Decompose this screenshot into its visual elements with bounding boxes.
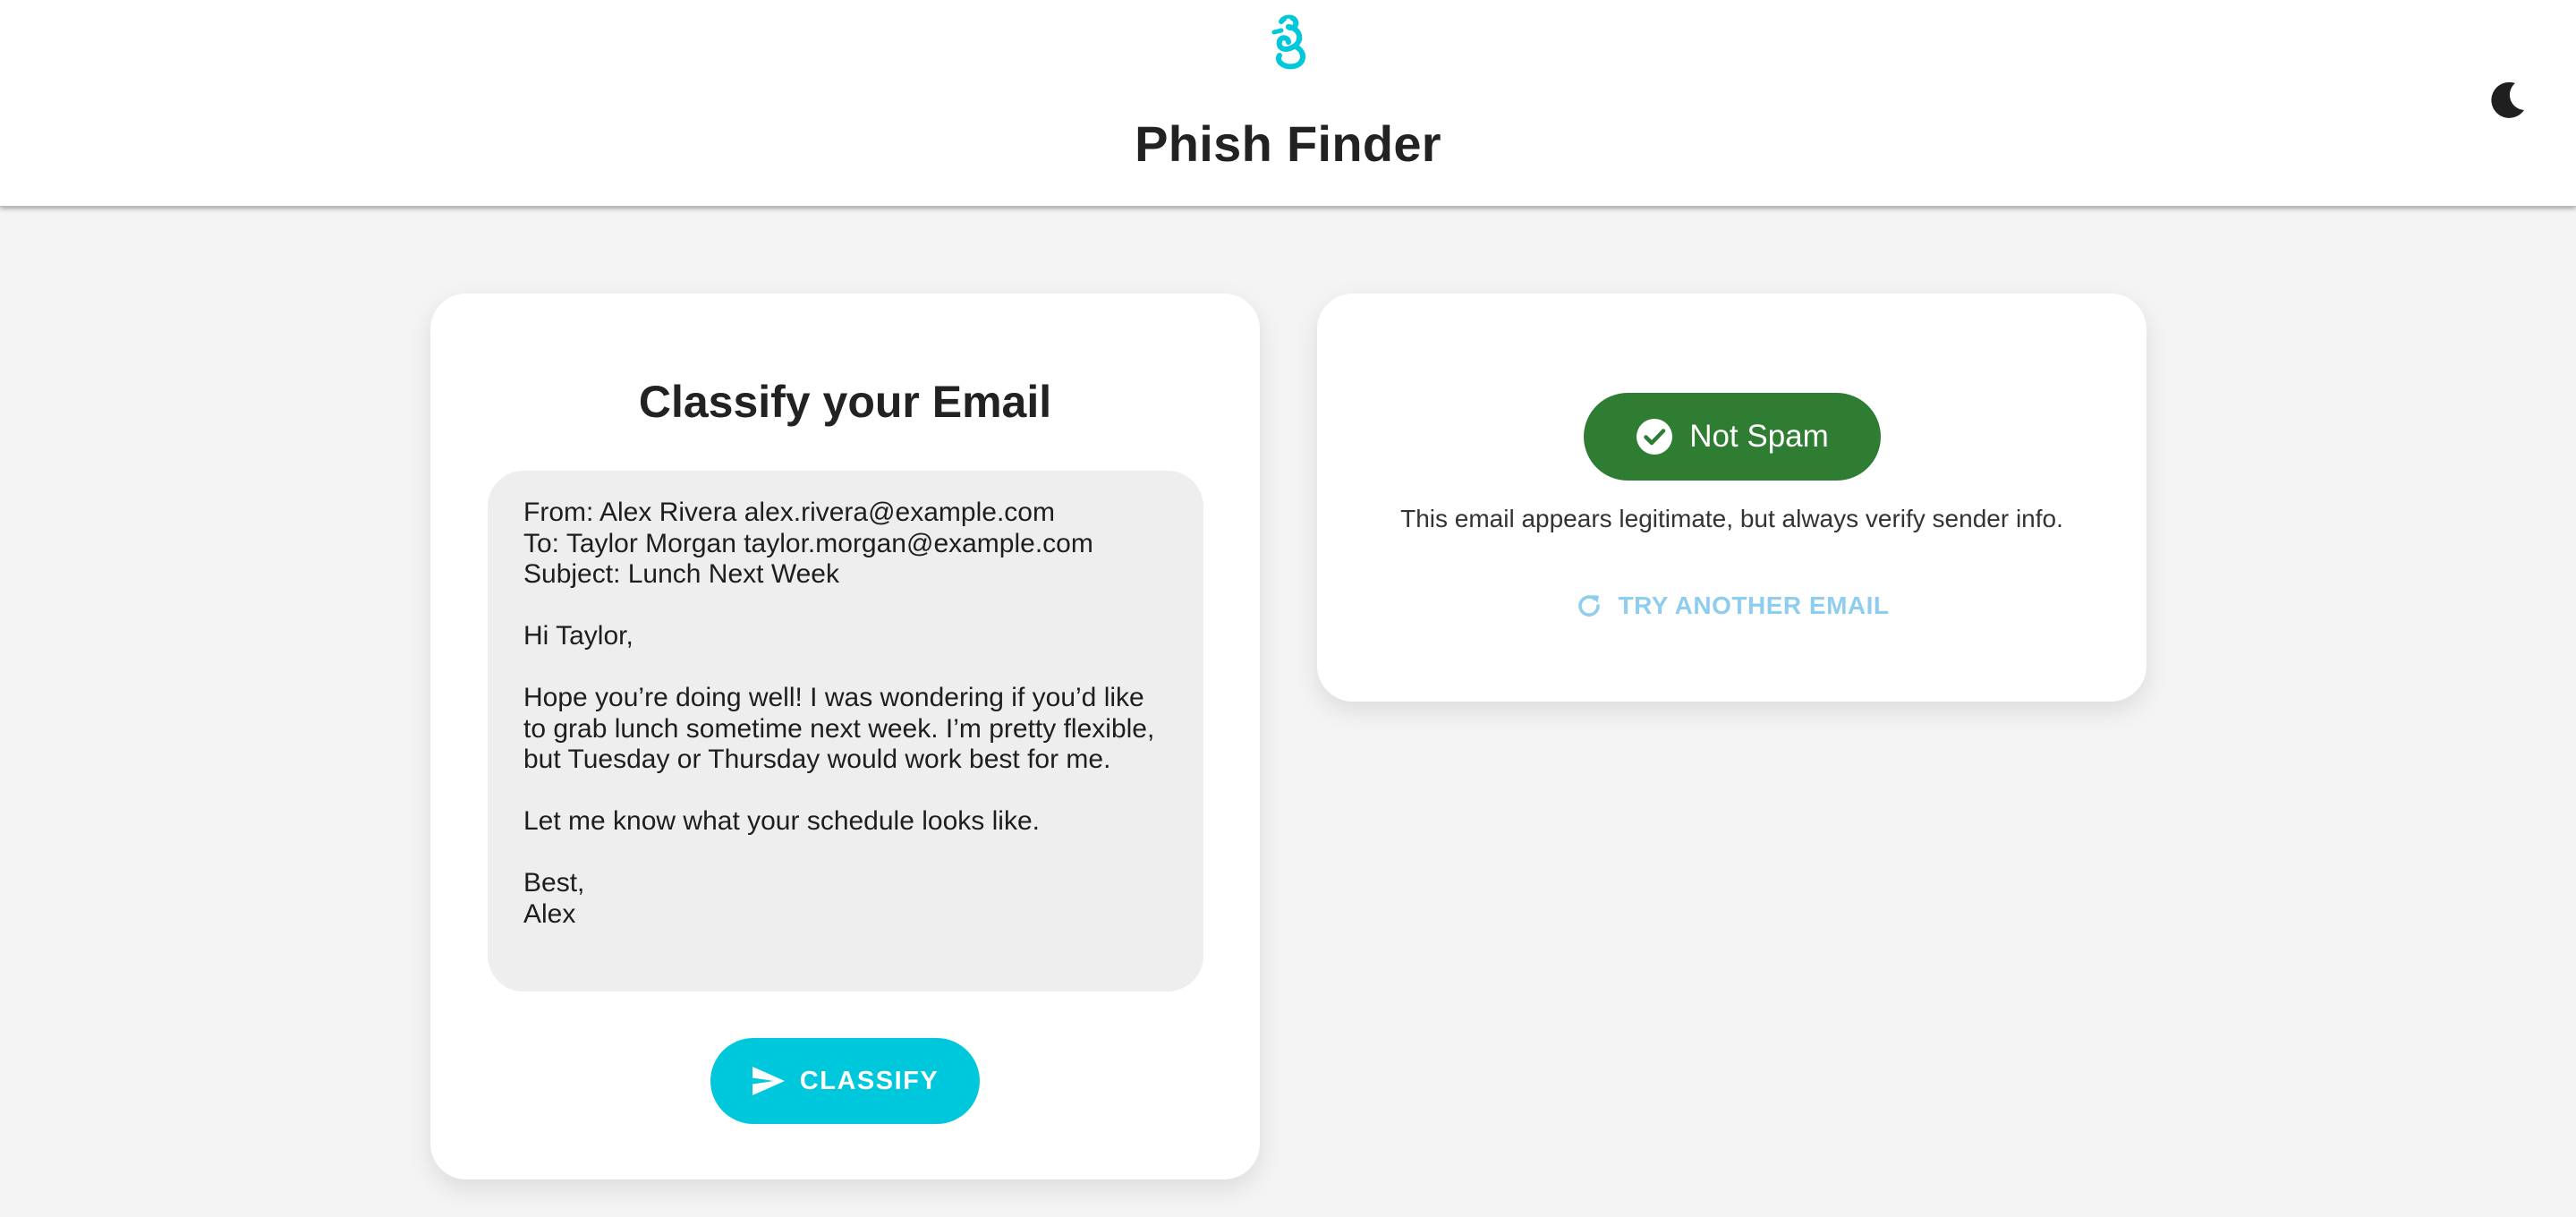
refresh-icon: [1575, 591, 1603, 620]
try-another-email-button[interactable]: TRY ANOTHER EMAIL: [1571, 582, 1893, 630]
send-icon: [752, 1066, 786, 1096]
app-title: Phish Finder: [1135, 115, 1441, 172]
result-card: Not Spam This email appears legitimate, …: [1317, 294, 2147, 702]
classify-card-title: Classify your Email: [638, 377, 1052, 427]
classify-card: Classify your Email From: Alex Rivera al…: [430, 294, 1260, 1179]
seahorse-logo-icon: [1262, 13, 1315, 72]
app-header: Phish Finder: [0, 0, 2576, 207]
classify-button-label: CLASSIFY: [799, 1066, 939, 1095]
check-circle-icon: [1636, 418, 1673, 455]
result-badge-label: Not Spam: [1689, 419, 1829, 454]
email-text-area[interactable]: From: Alex Rivera alex.rivera@example.co…: [488, 471, 1203, 991]
result-message: This email appears legitimate, but alway…: [1400, 505, 2063, 532]
try-another-email-label: TRY ANOTHER EMAIL: [1618, 591, 1890, 619]
result-badge: Not Spam: [1584, 393, 1881, 481]
moon-icon[interactable]: [2487, 79, 2529, 120]
classify-button[interactable]: CLASSIFY: [710, 1038, 980, 1124]
